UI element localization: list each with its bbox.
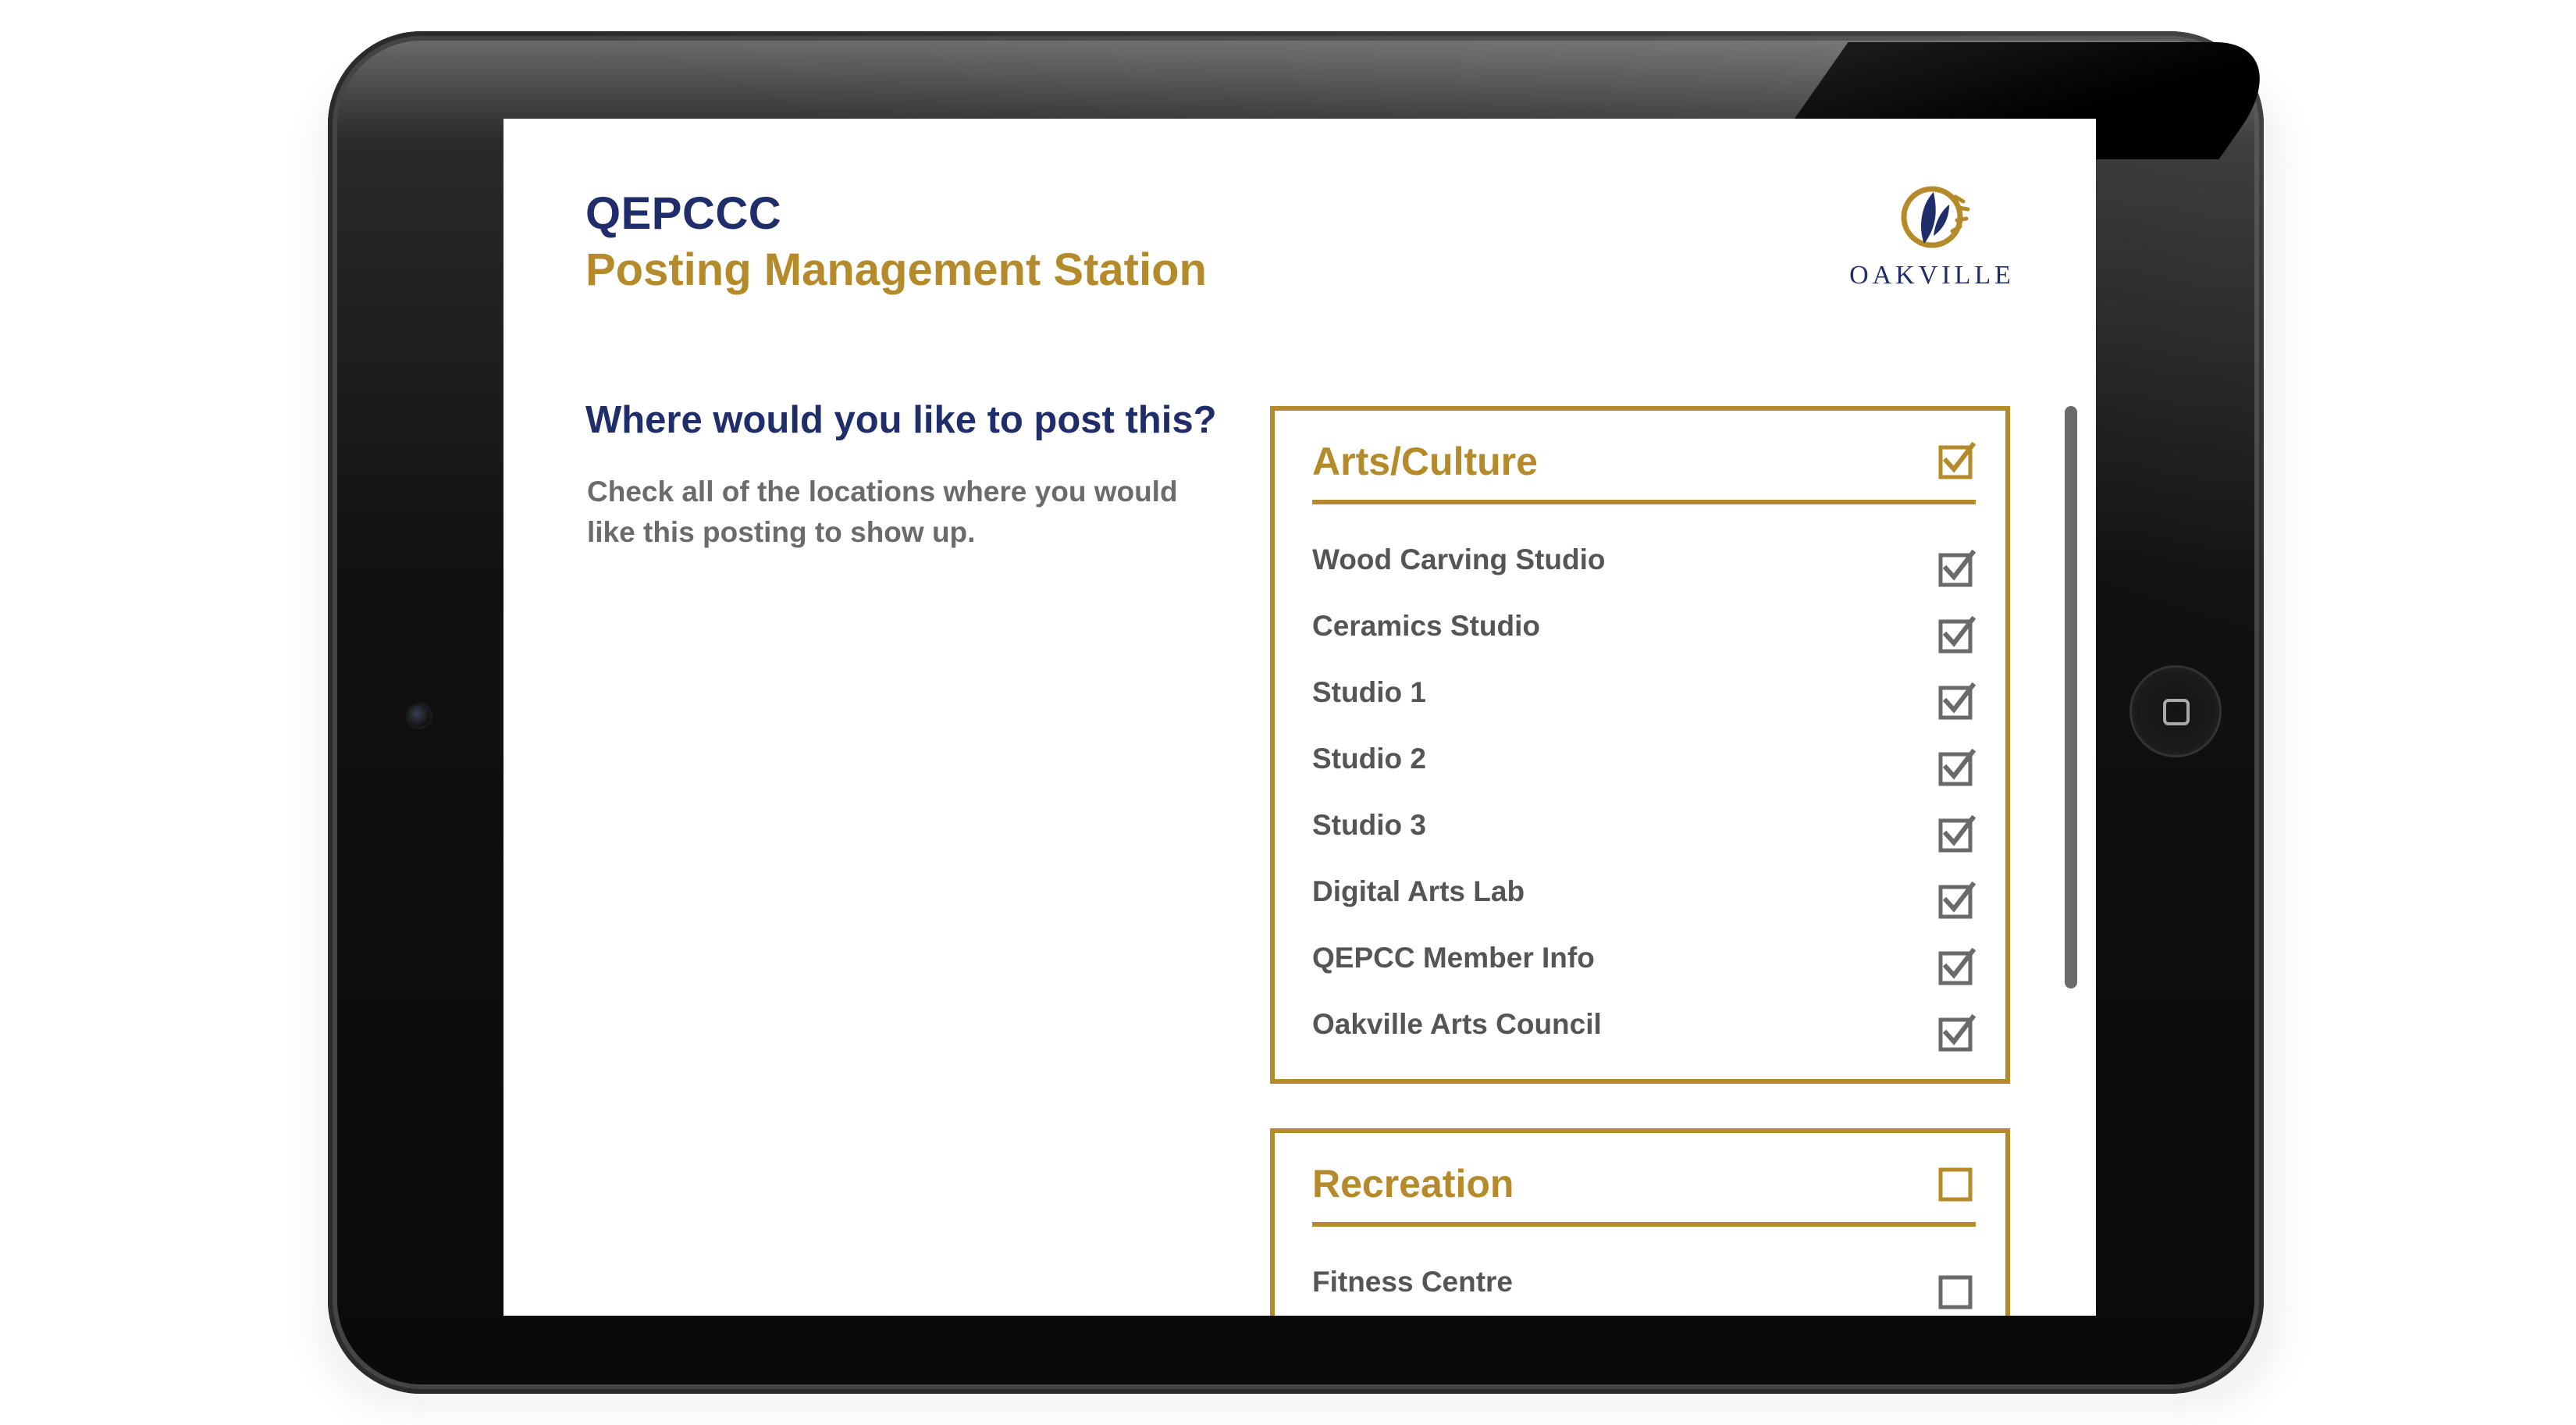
group-panel-arts-culture: Arts/Culture Wood Carving Studio Ceramic… <box>1270 406 2010 1084</box>
group-title: Recreation <box>1312 1162 1514 1206</box>
location-checkbox[interactable] <box>1938 881 1976 919</box>
oakville-logo: OAKVILLE <box>1846 181 2018 290</box>
location-label: Digital Arts Lab <box>1312 875 1525 907</box>
location-item[interactable]: Digital Arts Lab <box>1312 867 1976 922</box>
checkbox-checked-icon <box>1938 814 1976 853</box>
location-label: Ceramics Studio <box>1312 610 1540 642</box>
instructions-text: Check all of the locations where you wou… <box>587 476 1178 548</box>
location-label: QEPCC Member Info <box>1312 942 1595 974</box>
checkbox-checked-icon <box>1938 748 1976 786</box>
checkbox-empty-icon <box>1938 1167 1973 1202</box>
scrollbar[interactable] <box>2065 406 2077 989</box>
group-header: Recreation <box>1312 1155 1976 1227</box>
location-label: Fitness Centre <box>1312 1266 1514 1298</box>
location-item[interactable]: Ceramics Studio <box>1312 602 1976 657</box>
checkbox-checked-icon <box>1938 1014 1976 1052</box>
app-screen: QEPCCC Posting Management Station OAKVIL… <box>503 119 2096 1316</box>
location-label: Studio 3 <box>1312 809 1426 841</box>
checkbox-checked-icon <box>1938 441 1976 479</box>
location-item[interactable]: Fitness Centre <box>1312 1258 1976 1313</box>
logo-wordmark: OAKVILLE <box>1849 261 2015 290</box>
location-checkbox[interactable] <box>1938 682 1976 720</box>
location-item[interactable]: Studio 2 <box>1312 735 1976 789</box>
location-label: Wood Carving Studio <box>1312 543 1606 575</box>
group-select-all-checkbox[interactable] <box>1938 1164 1976 1202</box>
checkbox-checked-icon <box>1938 881 1976 919</box>
checkbox-checked-icon <box>1938 615 1976 654</box>
group-title: Arts/Culture <box>1312 440 1538 483</box>
location-item[interactable]: Studio 1 <box>1312 668 1976 723</box>
location-checkbox[interactable] <box>1938 1272 1976 1309</box>
group-header: Arts/Culture <box>1312 433 1976 504</box>
checkbox-checked-icon <box>1938 682 1976 720</box>
checkbox-checked-icon <box>1938 549 1976 587</box>
section-question: Where would you like to post this? <box>585 399 1217 441</box>
location-label: Oakville Arts Council <box>1312 1008 1602 1040</box>
checkbox-checked-icon <box>1938 947 1976 985</box>
location-checkbox[interactable] <box>1938 947 1976 985</box>
front-camera <box>406 703 432 729</box>
checkbox-empty-icon <box>1938 1275 1973 1309</box>
location-label: Studio 2 <box>1312 743 1426 775</box>
location-item[interactable]: Wood Carving Studio <box>1312 536 1976 590</box>
location-checkbox[interactable] <box>1938 615 1976 654</box>
location-checkbox[interactable] <box>1938 814 1976 853</box>
location-checkbox[interactable] <box>1938 1014 1976 1052</box>
location-item[interactable]: Oakville Arts Council <box>1312 1000 1976 1055</box>
app-subtitle: Posting Management Station <box>585 244 1207 295</box>
group-panel-recreation: Recreation Fitness Centre <box>1270 1128 2010 1316</box>
location-label: Studio 1 <box>1312 676 1426 708</box>
oakville-leaf-logo <box>1901 186 1970 248</box>
location-checkbox[interactable] <box>1938 748 1976 786</box>
location-item[interactable]: Studio 3 <box>1312 801 1976 856</box>
location-checkbox[interactable] <box>1938 549 1976 587</box>
location-item[interactable]: QEPCC Member Info <box>1312 934 1976 989</box>
home-button-icon <box>2163 699 2190 725</box>
app-title: QEPCCC <box>585 188 782 239</box>
group-select-all-checkbox[interactable] <box>1938 441 1976 479</box>
home-button[interactable] <box>2129 665 2222 757</box>
